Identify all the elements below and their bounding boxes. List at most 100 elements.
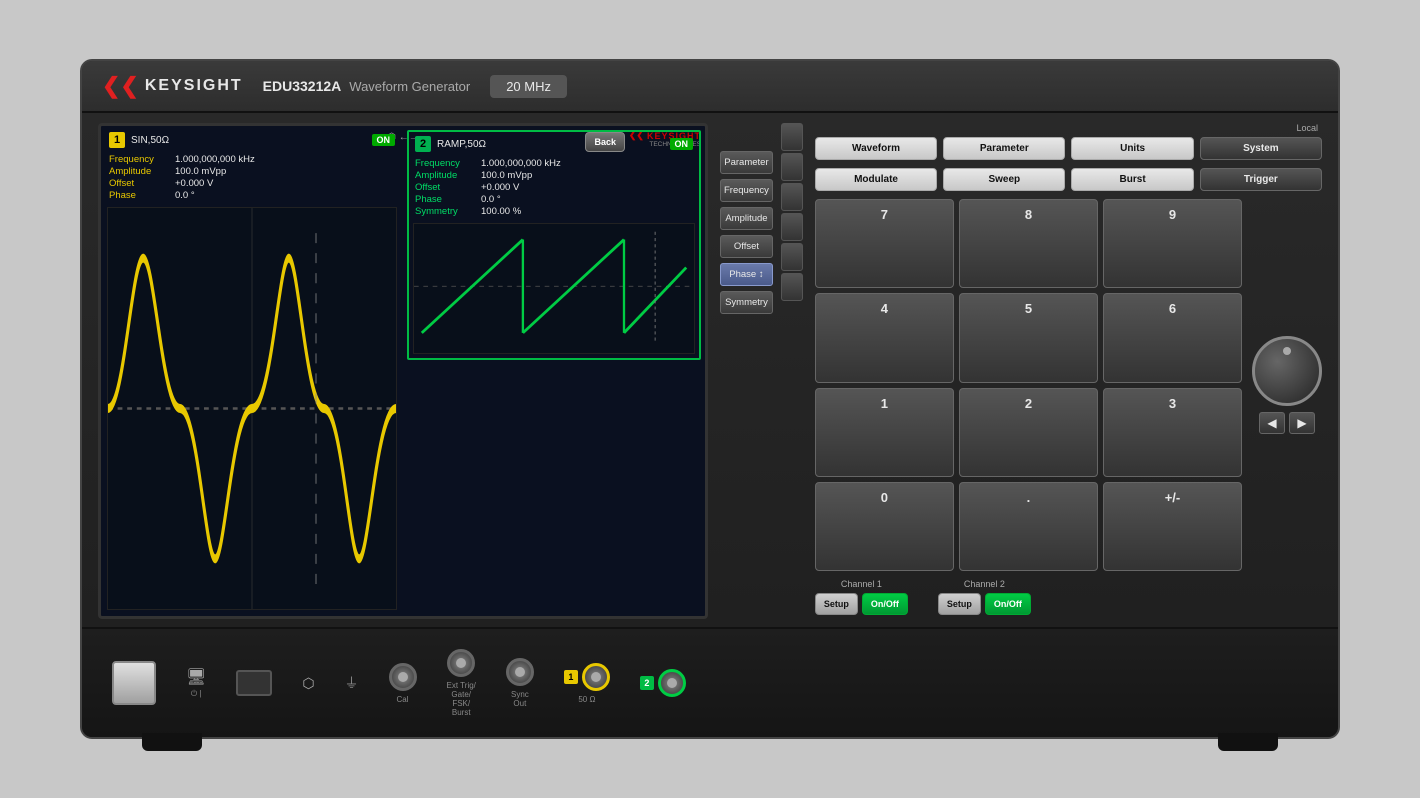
- ch1-status: ON: [372, 134, 396, 146]
- key-6[interactable]: 6: [1103, 293, 1242, 382]
- key-8[interactable]: 8: [959, 199, 1098, 288]
- ch1-amplitude-value: 100.0 mVpp: [175, 166, 226, 177]
- channel2-controls: Channel 2 Setup On/Off: [938, 579, 1031, 615]
- waveform-button[interactable]: Waveform: [815, 137, 937, 160]
- local-label-row: Local: [815, 123, 1322, 133]
- ch2-frequency-value: 1.000,000,000 kHz: [481, 158, 561, 169]
- logo-chevron-icon: ❮❮: [102, 75, 139, 97]
- side-nav-btn-4[interactable]: [781, 213, 803, 241]
- ch2-offset-label: Offset: [415, 182, 475, 193]
- keypad-knob-row: 7 8 9 4 5 6 1 2 3 0 . +/- ◀: [815, 199, 1322, 571]
- cal-connector-col: Cal: [389, 663, 417, 704]
- channel1-onoff-button[interactable]: On/Off: [862, 593, 908, 615]
- ch1-ohm-label: 50 Ω: [578, 695, 595, 704]
- instrument-body: ❮❮ KEYSIGHT EDU33212A Waveform Generator…: [80, 59, 1340, 739]
- ch2-badge: 2: [640, 676, 654, 690]
- ch2-output-connector[interactable]: [658, 669, 686, 697]
- menu-offset-btn[interactable]: Offset: [720, 235, 773, 258]
- side-nav-btn-1[interactable]: [781, 123, 803, 151]
- keysight-logo: ❮❮ KEYSIGHT: [102, 75, 243, 97]
- ch2-symmetry-label: Symmetry: [415, 206, 475, 217]
- burst-button[interactable]: Burst: [1071, 168, 1193, 191]
- key-9[interactable]: 9: [1103, 199, 1242, 288]
- key-4[interactable]: 4: [815, 293, 954, 382]
- ch2-offset-row: Offset +0.000 V: [415, 182, 693, 193]
- key-2[interactable]: 2: [959, 388, 1098, 477]
- modulate-button[interactable]: Modulate: [815, 168, 937, 191]
- sync-out-label: Sync Out: [511, 690, 529, 708]
- channel2-setup-button[interactable]: Setup: [938, 593, 981, 615]
- key-1[interactable]: 1: [815, 388, 954, 477]
- computer-icon: 🖥: [186, 667, 206, 687]
- ch1-output-connector[interactable]: [582, 663, 610, 691]
- key-0[interactable]: 0: [815, 482, 954, 571]
- ground-symbol-area: ⏚: [345, 673, 359, 693]
- display-screen: ⬡ ←→ ❮❮ KEYSIGHT TECHNOLOGIES 1: [98, 123, 708, 619]
- key-7[interactable]: 7: [815, 199, 954, 288]
- channel2-ctrl-buttons: Setup On/Off: [938, 593, 1031, 615]
- channel1-setup-button[interactable]: Setup: [815, 593, 858, 615]
- sync-out-connector[interactable]: [506, 658, 534, 686]
- right-arrow-button[interactable]: ▶: [1289, 412, 1315, 434]
- ch1-frequency-row: Frequency 1.000,000,000 kHz: [109, 154, 395, 165]
- ext-trig-connector[interactable]: [447, 649, 475, 677]
- usb-port-area: [236, 670, 272, 696]
- controls-panel: Local Waveform Parameter Units System Mo…: [815, 123, 1322, 619]
- sweep-button[interactable]: Sweep: [943, 168, 1065, 191]
- menu-frequency-btn[interactable]: Frequency: [720, 179, 773, 202]
- ch1-params: Frequency 1.000,000,000 kHz Amplitude 10…: [103, 152, 401, 205]
- key-decimal[interactable]: .: [959, 482, 1098, 571]
- channel1-ctrl-buttons: Setup On/Off: [815, 593, 908, 615]
- screen-content: 1 SIN,50Ω ON Frequency 1.000,000,000 kHz: [101, 126, 705, 616]
- left-foot: [142, 733, 202, 751]
- ch2-config: RAMP,50Ω: [437, 139, 486, 150]
- channel-controls-row: Channel 1 Setup On/Off Channel 2 Setup O…: [815, 579, 1322, 619]
- left-arrow-button[interactable]: ◀: [1259, 412, 1285, 434]
- channel1-controls: Channel 1 Setup On/Off: [815, 579, 908, 615]
- ch1-amplitude-row: Amplitude 100.0 mVpp: [109, 166, 395, 177]
- bottom-bar: 🖥 ⏻ | ⬡ ⏚ Cal Ext Trig/ Gate/ FSK/ Burst: [82, 627, 1338, 737]
- side-nav-btn-6[interactable]: [781, 273, 803, 301]
- ext-trig-connector-col: Ext Trig/ Gate/ FSK/ Burst: [447, 649, 476, 717]
- trigger-button[interactable]: Trigger: [1200, 168, 1322, 191]
- side-nav-buttons: [781, 123, 803, 619]
- ch1-connector-row: 1: [564, 663, 610, 691]
- ch2-waveform: [413, 223, 695, 354]
- knob-area: ◀ ▶: [1252, 199, 1322, 571]
- side-nav-btn-2[interactable]: [781, 153, 803, 181]
- screen-area: ⬡ ←→ ❮❮ KEYSIGHT TECHNOLOGIES 1: [98, 123, 708, 619]
- menu-amplitude-btn[interactable]: Amplitude: [720, 207, 773, 230]
- key-plusminus[interactable]: +/-: [1103, 482, 1242, 571]
- rotary-knob[interactable]: [1252, 336, 1322, 406]
- numeric-keypad: 7 8 9 4 5 6 1 2 3 0 . +/-: [815, 199, 1242, 571]
- menu-symmetry-btn[interactable]: Symmetry: [720, 291, 773, 314]
- ch1-phase-row: Phase 0.0 °: [109, 190, 395, 201]
- sync-out-connector-col: Sync Out: [506, 658, 534, 708]
- back-button[interactable]: Back: [585, 132, 625, 152]
- ch1-offset-label: Offset: [109, 178, 169, 189]
- power-button[interactable]: [112, 661, 156, 705]
- cal-connector[interactable]: [389, 663, 417, 691]
- menu-phase-btn[interactable]: Phase ↕: [720, 263, 773, 286]
- ch1-connector-col: 1 50 Ω: [564, 663, 610, 704]
- system-button[interactable]: System: [1200, 137, 1322, 160]
- usb-port[interactable]: [236, 670, 272, 696]
- key-3[interactable]: 3: [1103, 388, 1242, 477]
- channel1-ctrl-label: Channel 1: [841, 579, 882, 589]
- menu-header: Parameter: [720, 151, 773, 174]
- top-bar: ❮❮ KEYSIGHT EDU33212A Waveform Generator…: [82, 61, 1338, 113]
- side-nav-btn-5[interactable]: [781, 243, 803, 271]
- ch2-number: 2: [415, 136, 431, 152]
- units-button[interactable]: Units: [1071, 137, 1193, 160]
- side-nav-btn-3[interactable]: [781, 183, 803, 211]
- local-label: Local: [1296, 123, 1318, 133]
- ch2-amplitude-row: Amplitude 100.0 mVpp: [415, 170, 693, 181]
- usb-symbol: ⬡: [302, 675, 314, 692]
- ground-symbol: ⏚: [345, 673, 359, 693]
- ch2-connector-row: 2: [640, 669, 686, 697]
- channel2-onoff-button[interactable]: On/Off: [985, 593, 1031, 615]
- channel2-header: 2 RAMP,50Ω ON: [409, 132, 699, 156]
- parameter-button[interactable]: Parameter: [943, 137, 1065, 160]
- cal-label: Cal: [397, 695, 409, 704]
- key-5[interactable]: 5: [959, 293, 1098, 382]
